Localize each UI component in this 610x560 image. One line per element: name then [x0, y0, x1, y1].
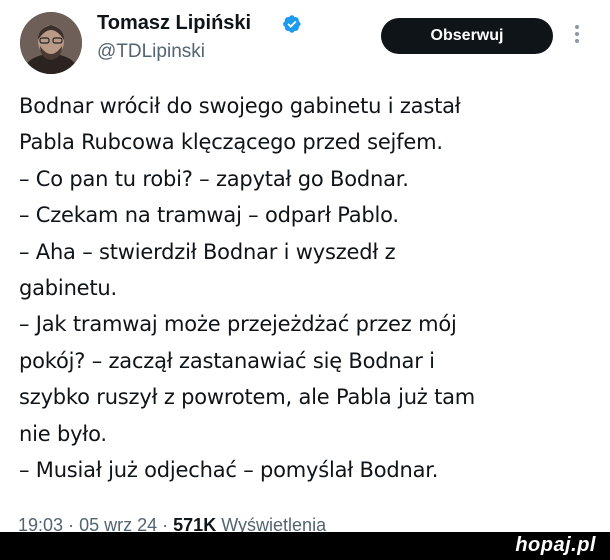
verified-badge-icon	[283, 15, 301, 33]
author-handle[interactable]: @TDLipinski	[97, 41, 205, 63]
author-name[interactable]: Tomasz Lipiński	[97, 12, 251, 35]
tweet-line: pokój? – zaczął zastanawiać się Bodnar i	[19, 348, 435, 373]
follow-button[interactable]: Obserwuj	[381, 18, 553, 54]
tweet-header: Tomasz Lipiński @TDLipinski Obserwuj	[0, 0, 610, 80]
tweet-line: szybko ruszył z powrotem, ale Pabla już …	[19, 385, 476, 410]
avatar-photo-icon	[20, 12, 82, 74]
tweet-line: Bodnar wrócił do swojego gabinetu i zast…	[19, 94, 461, 118]
tweet-line: – Jak tramwaj może przejeżdżać przez mój	[19, 312, 457, 337]
tweet-line: – Musiał już odjechać – pomyślał Bodnar.	[19, 458, 439, 483]
tweet-line: Pabla Rubcowa klęczącego przed sejfem.	[19, 130, 443, 155]
watermark-bar: hopaj.pl	[0, 532, 610, 560]
more-vertical-icon[interactable]	[571, 22, 583, 50]
tweet-line: gabinetu.	[19, 276, 118, 301]
tweet-line: – Czekam na tramwaj – odparł Pablo.	[19, 203, 399, 228]
tweet-text: Bodnar wrócił do swojego gabinetu i zast…	[19, 88, 589, 488]
tweet-line: – Co pan tu robi? – zapytał go Bodnar.	[19, 166, 409, 191]
watermark-logo: hopaj.pl	[515, 534, 596, 556]
tweet-line: nie było.	[19, 421, 107, 446]
avatar[interactable]	[20, 12, 82, 74]
tweet-line: – Aha – stwierdził Bodnar i wyszedł z	[19, 239, 396, 264]
